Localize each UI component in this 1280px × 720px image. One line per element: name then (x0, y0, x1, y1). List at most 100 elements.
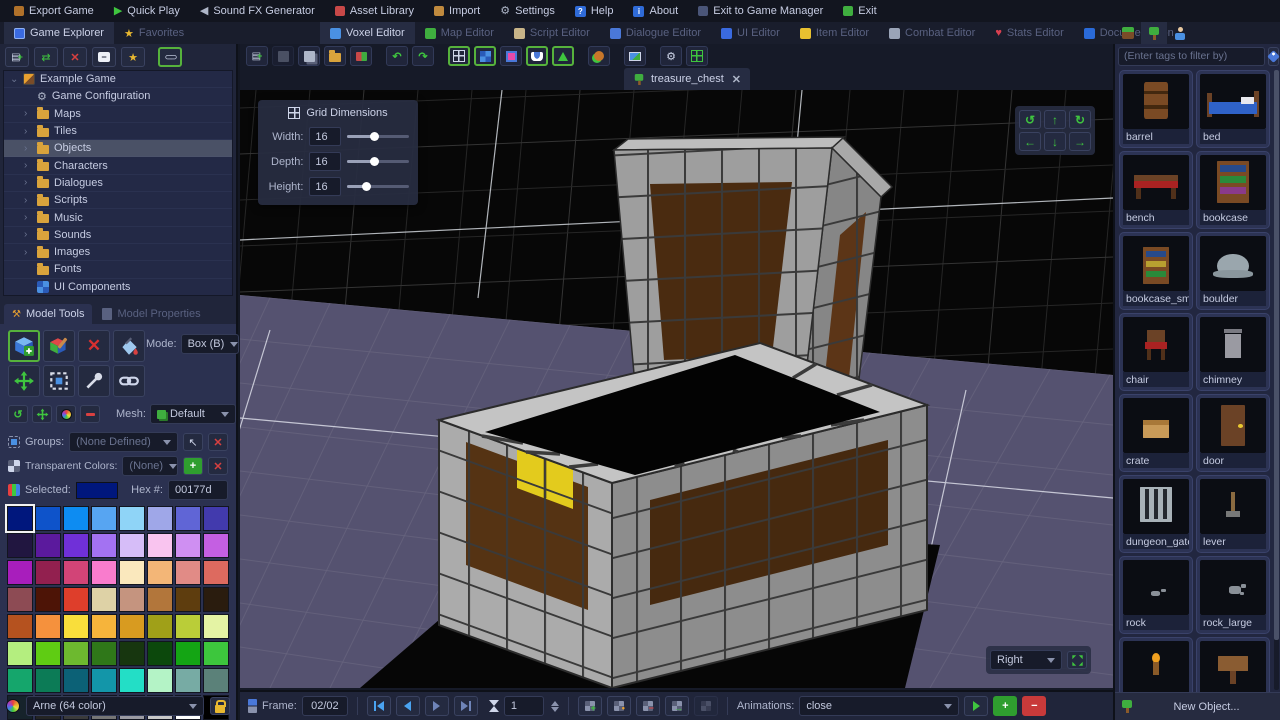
palette-swatch-13[interactable] (147, 533, 173, 558)
palette-swatch-20[interactable] (119, 560, 145, 585)
menu-item-settings[interactable]: ⚙ Settings (490, 0, 565, 22)
palette-swatch-10[interactable] (63, 533, 89, 558)
duration-spinner[interactable] (550, 700, 559, 712)
dim-slider[interactable] (347, 181, 409, 191)
toggle-voxel-outline-button[interactable] (474, 46, 496, 66)
tree-item-fonts[interactable]: Fonts (4, 261, 232, 279)
palette-swatch-33[interactable] (35, 614, 61, 639)
library-item-chair[interactable]: chair (1119, 313, 1193, 391)
remove-frame-button[interactable]: − (635, 696, 660, 716)
menu-item-import[interactable]: Import (424, 0, 490, 22)
palette-swatch-30[interactable] (175, 587, 201, 612)
palette-selector-dropdown[interactable]: Arne (64 color) (26, 696, 204, 716)
editor-tab-combat-editor[interactable]: Combat Editor (879, 22, 985, 44)
tree-item-characters[interactable]: › Characters (4, 157, 232, 175)
erase-tool-button[interactable]: ✕ (78, 330, 110, 362)
import-reference-button[interactable] (350, 46, 372, 66)
paint-tool-button[interactable] (43, 330, 75, 362)
tree-item-dialogues[interactable]: › Dialogues (4, 175, 232, 193)
palette-swatch-53[interactable] (147, 668, 173, 693)
mesh-dropdown[interactable]: Default (149, 404, 236, 424)
highlight-frame-button[interactable]: • (606, 696, 631, 716)
palette-swatch-38[interactable] (175, 614, 201, 639)
tree-item-maps[interactable]: › Maps (4, 106, 232, 123)
palette-swatch-7[interactable] (203, 506, 229, 531)
animation-dropdown[interactable]: close (799, 696, 960, 716)
select-tool-button[interactable] (43, 365, 75, 397)
tab-treasure-chest[interactable]: treasure_chest ✕ (624, 68, 750, 90)
hex-value-field[interactable]: 00177d (167, 480, 228, 500)
dim-value-field[interactable]: 16 (309, 177, 341, 196)
palette-swatch-25[interactable] (35, 587, 61, 612)
tree-item-example-game[interactable]: ⌄ Example Game (4, 71, 232, 89)
tree-item-game-configuration[interactable]: ⚙ Game Configuration (4, 88, 232, 106)
library-item-bed[interactable]: bed (1196, 70, 1270, 148)
palette-swatch-5[interactable] (147, 506, 173, 531)
library-item-lever[interactable]: lever (1196, 475, 1270, 553)
rotate-up-button[interactable]: ↑ (1044, 110, 1066, 129)
palette-swatch-31[interactable] (203, 587, 229, 612)
palette-swatch-1[interactable] (35, 506, 61, 531)
dim-value-field[interactable]: 16 (309, 127, 341, 146)
redo-button[interactable]: ↷ (412, 46, 434, 66)
menu-item-quick-play[interactable]: ▶ Quick Play (104, 0, 190, 22)
palette-swatch-23[interactable] (203, 560, 229, 585)
palette-swatch-39[interactable] (203, 614, 229, 639)
panel-tab-characters[interactable] (1167, 22, 1193, 44)
menu-item-help[interactable]: ? Help (565, 0, 624, 22)
editor-tab-script-editor[interactable]: Script Editor (504, 22, 600, 44)
palette-swatch-26[interactable] (63, 587, 89, 612)
groups-dropdown[interactable]: (None Defined) (69, 432, 178, 452)
rotate-ccw-button[interactable]: ↺ (1019, 110, 1041, 129)
frame-duration-field[interactable]: 1 (503, 696, 544, 716)
rotate-cw-button[interactable]: ↻ (1069, 110, 1091, 129)
palette-swatch-51[interactable] (91, 668, 117, 693)
slider-knob[interactable] (370, 131, 380, 141)
camera-view-dropdown[interactable]: Right (990, 650, 1062, 670)
tree-item-images[interactable]: › Images (4, 244, 232, 262)
favorite-button[interactable]: ★ (121, 47, 145, 67)
palette-swatch-52[interactable] (119, 668, 145, 693)
palette-swatch-15[interactable] (203, 533, 229, 558)
tab-model-properties[interactable]: Model Properties (94, 304, 208, 324)
palette-swatch-54[interactable] (175, 668, 201, 693)
remove-mesh-button[interactable] (80, 405, 100, 423)
library-item-sconce[interactable]: sconce (1119, 637, 1193, 692)
play-frames-button[interactable] (424, 696, 449, 716)
library-item-sign[interactable]: sign (1196, 637, 1270, 692)
palette-swatch-4[interactable] (119, 506, 145, 531)
library-item-bookcase[interactable]: bookcase (1196, 151, 1270, 229)
palette-swatch-29[interactable] (147, 587, 173, 612)
rotate-right-button[interactable]: → (1069, 132, 1091, 151)
tree-item-tiles[interactable]: › Tiles (4, 123, 232, 141)
previous-frame-button[interactable] (395, 696, 420, 716)
palette-swatch-55[interactable] (203, 668, 229, 693)
menu-item-export-game[interactable]: Export Game (4, 0, 104, 22)
move-tool-button[interactable] (8, 365, 40, 397)
palette-swatch-8[interactable] (7, 533, 33, 558)
undo-button[interactable]: ↶ (386, 46, 408, 66)
mode-dropdown[interactable]: Box (B) (180, 334, 239, 354)
tree-item-sounds[interactable]: › Sounds (4, 227, 232, 244)
nudge-model-button[interactable] (32, 405, 52, 423)
add-transparent-color-button[interactable]: + (183, 457, 203, 475)
delete-resource-button[interactable]: ✕ (63, 47, 87, 67)
palette-swatch-16[interactable] (7, 560, 33, 585)
library-item-crate[interactable]: crate (1119, 394, 1193, 472)
explorer-tab-game-explorer[interactable]: Game Explorer (4, 22, 114, 44)
palette-swatch-32[interactable] (7, 614, 33, 639)
new-object-button[interactable]: New Object... (1115, 692, 1280, 720)
palette-swatch-34[interactable] (63, 614, 89, 639)
palette-swatch-46[interactable] (175, 641, 201, 666)
play-animation-button[interactable] (964, 696, 989, 716)
palette-swatch-3[interactable] (91, 506, 117, 531)
new-model-button[interactable]: ▤ + (246, 46, 268, 66)
palette-swatch-22[interactable] (175, 560, 201, 585)
editor-tab-item-editor[interactable]: Item Editor (790, 22, 879, 44)
rotate-down-button[interactable]: ↓ (1044, 132, 1066, 151)
center-view-button[interactable] (1067, 651, 1087, 669)
palette-swatch-43[interactable] (91, 641, 117, 666)
fill-tool-button[interactable] (113, 330, 145, 362)
palette-swatch-42[interactable] (63, 641, 89, 666)
menu-item-sound-fx-generator[interactable]: ◀ Sound FX Generator (190, 0, 325, 22)
